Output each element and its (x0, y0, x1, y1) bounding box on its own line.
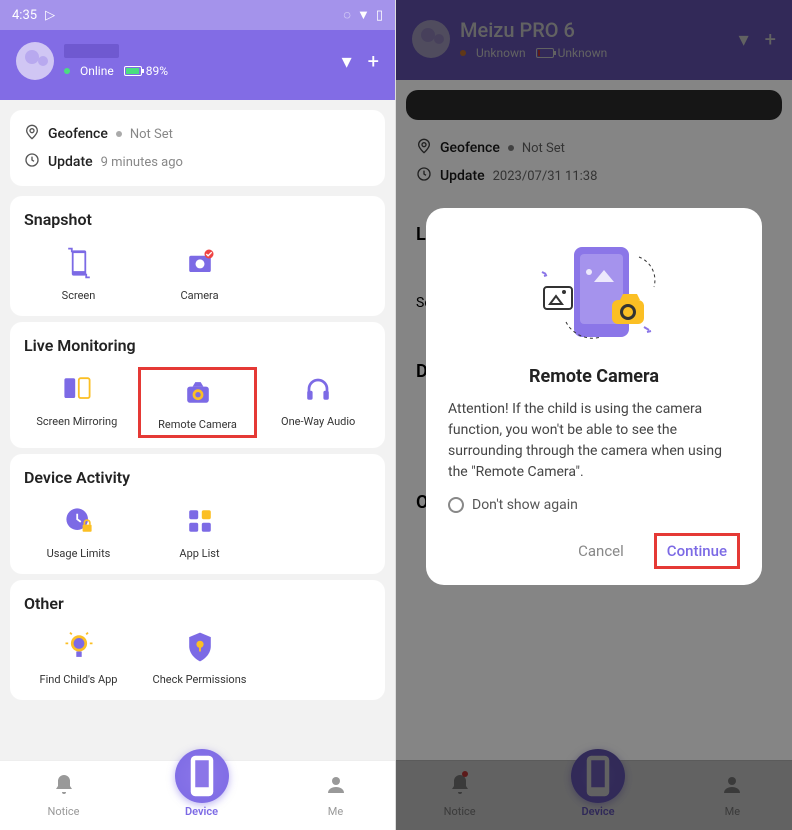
one-way-audio[interactable]: One-Way Audio (261, 367, 375, 438)
nav-device[interactable]: Device (175, 773, 229, 818)
snapshot-section: Snapshot Screen Camera (10, 196, 385, 316)
device-nav-icon (175, 749, 229, 803)
remote-camera-dialog: Remote Camera Attention! If the child is… (426, 208, 762, 585)
camera-icon (182, 245, 218, 281)
device-label: Device (185, 805, 218, 818)
other-title: Other (20, 594, 375, 613)
status-time: 4:35 (12, 8, 37, 23)
remote-camera[interactable]: Remote Camera (138, 367, 258, 438)
remote-camera-label: Remote Camera (158, 418, 237, 431)
avatar[interactable] (16, 42, 54, 80)
mirror-icon (59, 371, 95, 407)
geofence-icon (24, 124, 40, 144)
perms-label: Check Permissions (153, 673, 247, 686)
usage-limits[interactable]: Usage Limits (20, 499, 137, 564)
continue-button[interactable]: Continue (654, 533, 740, 569)
snapshot-camera[interactable]: Camera (141, 241, 258, 306)
dropdown-icon[interactable]: ▾ (342, 49, 352, 73)
dont-show-again-row[interactable]: Don't show again (448, 497, 740, 513)
activity-title: Device Activity (20, 468, 375, 487)
online-dot-icon (64, 68, 70, 74)
radio-icon[interactable] (448, 497, 464, 513)
check-permissions[interactable]: Check Permissions (141, 625, 258, 690)
dont-show-label: Don't show again (472, 497, 578, 513)
content-area: Geofence Not Set Update 9 minutes ago Sn… (0, 100, 395, 830)
geofence-label: Geofence (48, 126, 108, 142)
dialog-illustration (524, 232, 664, 352)
bell-icon (52, 773, 76, 803)
live-title: Live Monitoring (20, 336, 375, 355)
other-section: Other Find Child's App Check Permissions (10, 580, 385, 700)
battery-percent: 89% (146, 64, 168, 78)
update-value: 9 minutes ago (101, 155, 183, 170)
status-card: Geofence Not Set Update 9 minutes ago (10, 110, 385, 186)
play-icon: ▷ (45, 8, 55, 23)
usage-label: Usage Limits (47, 547, 111, 560)
clock-lock-icon (61, 503, 97, 539)
phone-left: 4:35 ▷ ◌ ▼ ▯ Online 89% ▾ (0, 0, 396, 830)
applist-label: App List (179, 547, 219, 560)
audio-label: One-Way Audio (281, 415, 355, 428)
screen-label: Screen (62, 289, 96, 302)
headphone-icon (300, 371, 336, 407)
screen-icon (61, 245, 97, 281)
nav-notice[interactable]: Notice (48, 773, 80, 818)
device-name-hidden (64, 44, 119, 58)
battery-icon (124, 66, 142, 76)
nav-me[interactable]: Me (324, 773, 348, 818)
screen-mirroring[interactable]: Screen Mirroring (20, 367, 134, 438)
me-label: Me (328, 805, 343, 818)
geofence-value: Not Set (130, 127, 173, 142)
add-device-button[interactable]: + (368, 49, 379, 73)
app-list[interactable]: App List (141, 499, 258, 564)
snapshot-screen[interactable]: Screen (20, 241, 137, 306)
find-app-label: Find Child's App (40, 673, 118, 686)
online-status: Online (80, 64, 114, 78)
dialog-body: Attention! If the child is using the cam… (448, 399, 740, 483)
remote-camera-icon (180, 374, 216, 410)
status-bar: 4:35 ▷ ◌ ▼ ▯ (0, 0, 395, 30)
dialog-title: Remote Camera (448, 366, 740, 387)
camera-label: Camera (180, 289, 218, 302)
apps-icon (182, 503, 218, 539)
device-header: Online 89% ▾ + (0, 30, 395, 100)
live-monitoring-section: Live Monitoring Screen Mirroring Remote … (10, 322, 385, 448)
update-label: Update (48, 154, 93, 170)
find-child-app[interactable]: Find Child's App (20, 625, 137, 690)
mirror-label: Screen Mirroring (36, 415, 117, 428)
update-icon (24, 152, 40, 172)
person-icon (324, 773, 348, 803)
loading-icon: ◌ (343, 7, 351, 23)
bottom-nav: Notice Device Me (0, 760, 395, 830)
phone-right: Meizu PRO 6 Unknown Unknown ▾ + (396, 0, 792, 830)
device-activity-section: Device Activity Usage Limits App List (10, 454, 385, 574)
notice-label: Notice (48, 805, 80, 818)
dot-icon (116, 131, 122, 137)
lightbulb-icon (61, 629, 97, 665)
battery-status-icon: ▯ (376, 8, 383, 23)
shield-icon (182, 629, 218, 665)
wifi-icon: ▼ (357, 7, 370, 23)
cancel-button[interactable]: Cancel (568, 536, 634, 566)
snapshot-title: Snapshot (20, 210, 375, 229)
